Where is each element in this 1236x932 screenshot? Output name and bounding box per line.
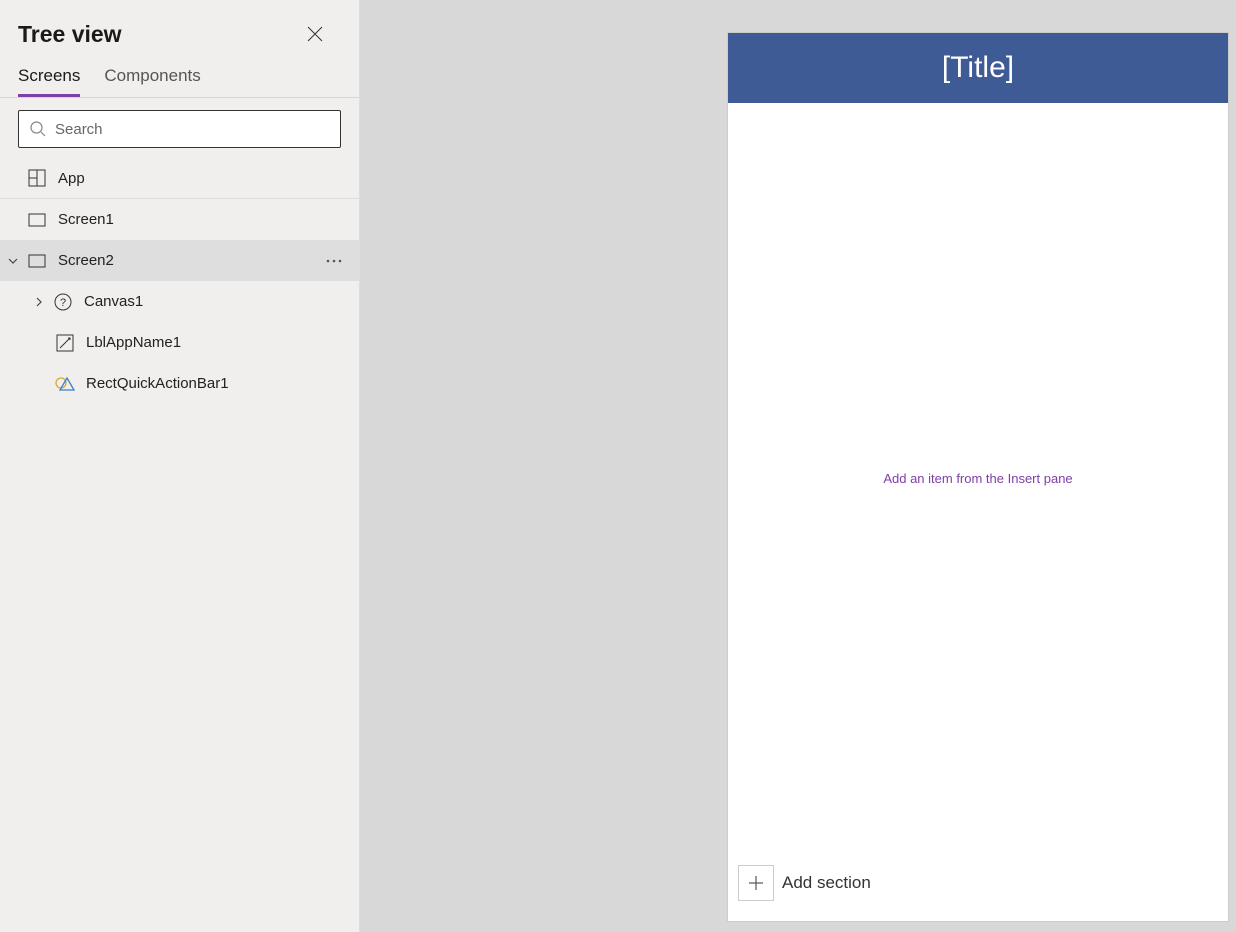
tree-label-screen2: Screen2 bbox=[58, 252, 319, 269]
tab-components[interactable]: Components bbox=[104, 66, 200, 97]
screen-icon bbox=[26, 250, 48, 272]
app-title-text: [Title] bbox=[942, 51, 1014, 85]
search-input[interactable] bbox=[55, 121, 330, 138]
search-icon bbox=[29, 120, 47, 138]
tree-item-rectquickactionbar1[interactable]: RectQuickActionBar1 bbox=[0, 363, 359, 404]
tree-item-app[interactable]: App bbox=[0, 158, 359, 199]
canvas-body[interactable]: Add an item from the Insert pane bbox=[728, 103, 1228, 853]
tree-view-header: Tree view bbox=[0, 0, 359, 60]
label-icon bbox=[54, 332, 76, 354]
tree-view-panel: Tree view Screens Components App Screen1 bbox=[0, 0, 360, 932]
chevron-down-icon[interactable] bbox=[0, 255, 26, 267]
search-box[interactable] bbox=[18, 110, 341, 148]
tree-label-lblappname1: LblAppName1 bbox=[86, 334, 349, 351]
tree-label-screen1: Screen1 bbox=[58, 211, 349, 228]
tree-item-screen2[interactable]: Screen2 bbox=[0, 240, 359, 281]
add-section-label: Add section bbox=[782, 873, 871, 893]
plus-icon bbox=[738, 865, 774, 901]
tree-view-tabs: Screens Components bbox=[0, 60, 359, 98]
tree-label-app: App bbox=[58, 170, 349, 187]
chevron-right-icon[interactable] bbox=[26, 296, 52, 308]
app-title-bar[interactable]: [Title] bbox=[728, 33, 1228, 103]
tree-item-screen1[interactable]: Screen1 bbox=[0, 199, 359, 240]
add-section-button[interactable]: Add section bbox=[738, 865, 871, 901]
insert-hint-text[interactable]: Add an item from the Insert pane bbox=[883, 471, 1072, 486]
tree-list: App Screen1 Screen2 ? bbox=[0, 158, 359, 404]
canvas-area: [Title] Add an item from the Insert pane… bbox=[360, 0, 1236, 932]
shape-icon bbox=[54, 373, 76, 395]
help-icon: ? bbox=[52, 291, 74, 313]
tree-view-title: Tree view bbox=[18, 21, 122, 48]
tree-label-canvas1: Canvas1 bbox=[84, 293, 349, 310]
tree-item-canvas1[interactable]: ? Canvas1 bbox=[0, 281, 359, 322]
canvas-frame[interactable]: [Title] Add an item from the Insert pane… bbox=[728, 33, 1228, 921]
screen-icon bbox=[26, 209, 48, 231]
more-options-button[interactable] bbox=[319, 259, 349, 263]
svg-text:?: ? bbox=[60, 297, 66, 309]
ellipsis-icon bbox=[326, 259, 342, 263]
tree-label-rectquickactionbar1: RectQuickActionBar1 bbox=[86, 375, 349, 392]
search-wrap bbox=[0, 98, 359, 158]
app-icon bbox=[26, 167, 48, 189]
close-icon bbox=[307, 26, 323, 42]
tab-screens[interactable]: Screens bbox=[18, 66, 80, 97]
close-panel-button[interactable] bbox=[295, 14, 335, 54]
tree-item-lblappname1[interactable]: LblAppName1 bbox=[0, 322, 359, 363]
